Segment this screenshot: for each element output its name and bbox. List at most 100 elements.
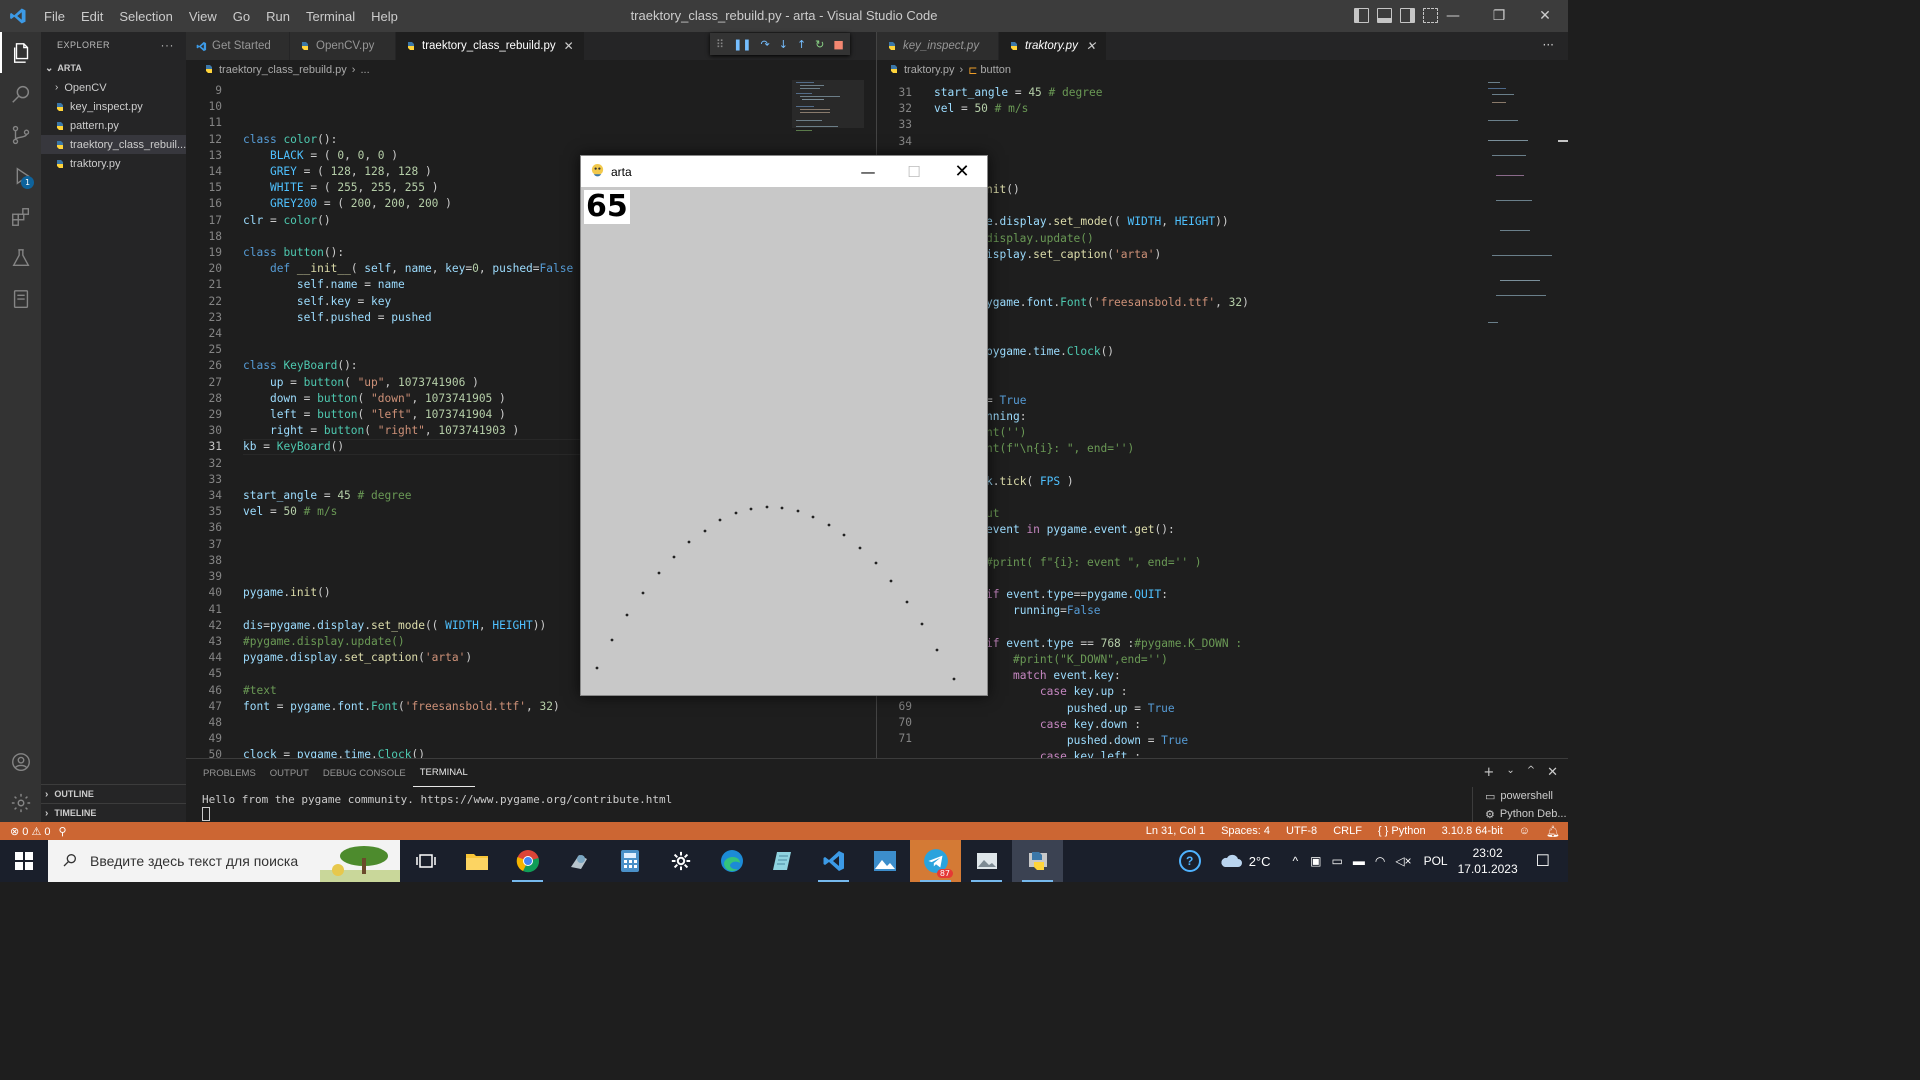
new-terminal-icon[interactable]: + (1483, 765, 1494, 780)
accounts-icon[interactable] (0, 741, 41, 782)
restart-icon[interactable]: ↻ (815, 38, 824, 51)
menu-view[interactable]: View (181, 9, 225, 24)
sidebar-item-opencv[interactable]: › OpenCV (41, 78, 186, 97)
bell-icon[interactable]: 🔔︎ (1546, 825, 1560, 838)
tab-debug-console[interactable]: DEBUG CONSOLE (316, 759, 413, 787)
close-icon[interactable]: ✕ (939, 156, 985, 187)
python-app-icon[interactable] (1012, 840, 1063, 882)
maximize-icon[interactable]: ☐ (891, 156, 937, 187)
encoding[interactable]: UTF-8 (1286, 825, 1317, 837)
terminal-item-powershell[interactable]: ▭ powershell (1473, 787, 1568, 805)
minimap-right[interactable] (1484, 80, 1560, 330)
tab-traektory-class-rebuild[interactable]: traektory_class_rebuild.py ✕ (396, 32, 585, 60)
vscode-logo-icon[interactable] (0, 0, 36, 32)
tab-traktory[interactable]: traktory.py ✕ (999, 32, 1107, 60)
sidebar-item-pattern[interactable]: pattern.py (41, 116, 186, 135)
python-interpreter[interactable]: 3.10.8 64-bit (1442, 825, 1503, 837)
battery-icon[interactable]: ▬ (1353, 854, 1365, 868)
settings-gear-icon[interactable] (655, 840, 706, 882)
chevron-up-icon[interactable]: ^ (1293, 854, 1299, 868)
tab-opencv[interactable]: OpenCV.py (290, 32, 396, 60)
minimize-icon[interactable]: — (845, 156, 891, 187)
breadcrumb-symbol[interactable]: button (980, 64, 1011, 76)
menu-file[interactable]: File (36, 9, 73, 24)
terminal-item-python-debug[interactable]: ⚙ Python Deb... (1473, 805, 1568, 823)
notes-app-icon[interactable] (757, 840, 808, 882)
breadcrumb-symbol[interactable]: ... (360, 64, 369, 76)
close-icon[interactable]: ✕ (564, 39, 574, 53)
pause-icon[interactable]: ❚❚ (733, 38, 751, 51)
debug-status-icon[interactable]: ⚲ (59, 825, 67, 838)
satellite-app-icon[interactable] (553, 840, 604, 882)
sidebar-item-key-inspect[interactable]: key_inspect.py (41, 97, 186, 116)
minimap-left[interactable] (792, 80, 864, 140)
gear-icon[interactable] (0, 782, 41, 823)
problems-status[interactable]: ⊗ 0 ⚠ 0 (10, 825, 51, 838)
vscode-taskbar-icon[interactable] (808, 840, 859, 882)
outline-section[interactable]: › OUTLINE (41, 784, 186, 803)
breadcrumb-file[interactable]: traktory.py (904, 64, 955, 76)
step-over-icon[interactable]: ↷ (761, 38, 770, 51)
scrollbar[interactable] (1556, 80, 1568, 758)
tab-problems[interactable]: PROBLEMS (196, 759, 263, 787)
timeline-section[interactable]: › TIMELINE (41, 803, 186, 822)
sidebar-item-traktory[interactable]: traktory.py (41, 154, 186, 173)
step-into-icon[interactable]: ↓ (779, 38, 788, 51)
search-icon[interactable] (0, 73, 41, 114)
code-editor-right-visible[interactable]: nit() e.display.set_mode(( WIDTH, HEIGHT… (986, 182, 1476, 758)
pygame-titlebar[interactable]: arta — ☐ ✕ (581, 156, 987, 187)
breadcrumb-file[interactable]: traektory_class_rebuild.py (219, 64, 347, 76)
taskbar-clock[interactable]: 23:02 17.01.2023 (1458, 845, 1518, 877)
input-language[interactable]: POL (1424, 854, 1448, 868)
telegram-icon[interactable]: 87 (910, 840, 961, 882)
windows-start-icon[interactable] (0, 840, 48, 882)
pygame-window[interactable]: arta — ☐ ✕ 65 (580, 155, 988, 696)
display-icon[interactable]: ▭ (1332, 854, 1343, 868)
indentation[interactable]: Spaces: 4 (1221, 825, 1270, 837)
notebook-icon[interactable] (0, 278, 41, 319)
line-ending[interactable]: CRLF (1333, 825, 1362, 837)
meet-now-icon[interactable]: ▣ (1310, 854, 1321, 868)
photos-icon[interactable] (859, 840, 910, 882)
menu-terminal[interactable]: Terminal (298, 9, 363, 24)
calculator-icon[interactable] (604, 840, 655, 882)
chrome-icon[interactable] (502, 840, 553, 882)
feedback-icon[interactable]: ☺ (1519, 825, 1530, 837)
menu-selection[interactable]: Selection (111, 9, 180, 24)
wifi-icon[interactable]: ◠ (1375, 854, 1385, 868)
restore-icon[interactable]: ❐ (1476, 0, 1522, 32)
edge-icon[interactable] (706, 840, 757, 882)
close-icon[interactable]: ✕ (1522, 0, 1568, 32)
drag-handle-icon[interactable]: ⠿ (716, 38, 724, 51)
terminal-output[interactable]: Hello from the pygame community. https:/… (202, 793, 672, 806)
tab-key-inspect[interactable]: key_inspect.py (877, 32, 999, 60)
tab-terminal[interactable]: TERMINAL (412, 759, 475, 787)
testing-icon[interactable] (0, 237, 41, 278)
pygame-canvas[interactable]: 65 (581, 187, 987, 695)
task-view-icon[interactable] (400, 840, 451, 882)
menu-edit[interactable]: Edit (73, 9, 111, 24)
image-viewer-icon[interactable] (961, 840, 1012, 882)
notifications-icon[interactable]: ☐ (1536, 851, 1550, 871)
extensions-icon[interactable] (0, 196, 41, 237)
chevron-down-icon[interactable]: ⌄ (1506, 765, 1514, 780)
minimize-icon[interactable]: — (1430, 0, 1476, 32)
menu-run[interactable]: Run (258, 9, 298, 24)
close-icon[interactable]: ✕ (1086, 39, 1096, 53)
help-icon[interactable]: ? (1178, 850, 1201, 872)
menu-help[interactable]: Help (363, 9, 406, 24)
sidebar-item-traektory-class-rebuild[interactable]: traektory_class_rebuil... (41, 135, 186, 154)
toggle-secondary-sidebar-icon[interactable] (1400, 8, 1415, 23)
explorer-icon[interactable] (0, 32, 41, 73)
toggle-sidebar-icon[interactable] (1354, 8, 1369, 23)
language-mode[interactable]: { } Python (1378, 825, 1426, 837)
menu-go[interactable]: Go (225, 9, 258, 24)
run-debug-icon[interactable]: 1 (0, 155, 41, 196)
volume-muted-icon[interactable]: ◁× (1395, 854, 1411, 868)
stop-icon[interactable]: ■ (833, 38, 843, 51)
close-icon[interactable]: ✕ (1547, 765, 1558, 780)
more-actions-icon[interactable]: ··· (161, 38, 175, 52)
taskbar-search[interactable]: Введите здесь текст для поиска (48, 840, 400, 882)
file-explorer-icon[interactable] (451, 840, 502, 882)
cursor-position[interactable]: Ln 31, Col 1 (1146, 825, 1205, 837)
